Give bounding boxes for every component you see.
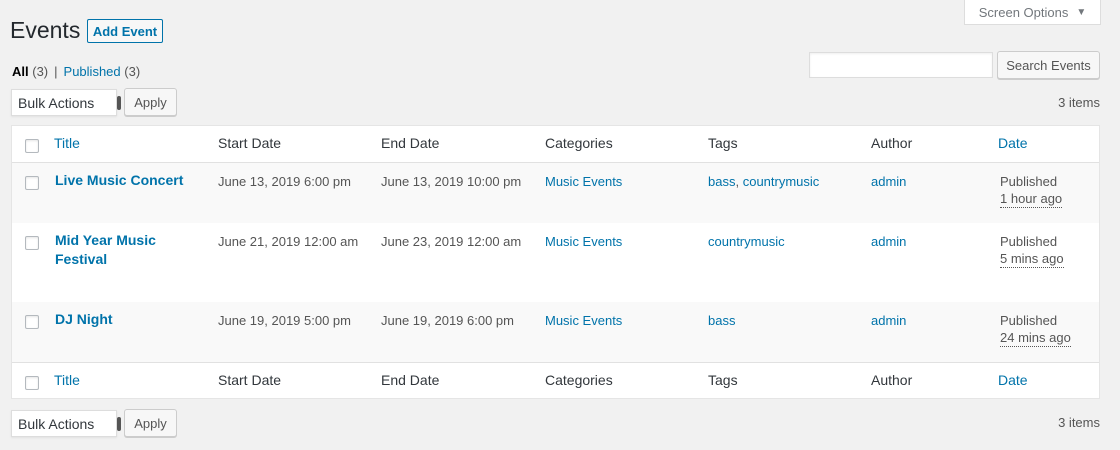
table-row: DJ Night June 19, 2019 5:00 pm June 19, … <box>12 302 1099 362</box>
bulk-actions-label: Bulk Actions <box>18 415 95 432</box>
filter-separator: | <box>54 64 58 79</box>
column-end-date: End Date <box>381 372 440 388</box>
filter-published[interactable]: Published (3) <box>64 64 141 79</box>
end-date: June 23, 2019 12:00 am <box>381 234 522 249</box>
table-row: Live Music Concert June 13, 2019 6:00 pm… <box>12 163 1099 223</box>
event-title-link[interactable]: DJ Night <box>55 310 113 329</box>
search-input[interactable] <box>809 52 993 78</box>
column-author: Author <box>871 135 913 151</box>
tag-separator: , <box>735 174 740 189</box>
category-link[interactable]: Music Events <box>545 232 622 251</box>
table-footer-row: Title Start Date End Date Categories Tag… <box>12 362 1099 399</box>
column-author: Author <box>871 372 913 388</box>
row-checkbox[interactable] <box>25 236 39 250</box>
filter-all-count: (3) <box>32 64 49 79</box>
column-title[interactable]: Title <box>54 371 80 390</box>
category-link[interactable]: Music Events <box>545 311 622 330</box>
bulk-actions-label: Bulk Actions <box>18 94 95 111</box>
column-date[interactable]: Date <box>998 134 1028 153</box>
items-count-bottom: 3 items <box>1058 415 1100 430</box>
start-date: June 13, 2019 6:00 pm <box>218 174 351 189</box>
column-categories: Categories <box>545 372 613 388</box>
column-start-date: Start Date <box>218 372 282 388</box>
column-start-date: Start Date <box>218 135 282 151</box>
select-handle-icon <box>117 417 121 431</box>
tag-link[interactable]: countrymusic <box>743 174 820 189</box>
date-status: Published <box>1000 174 1058 189</box>
select-handle-icon <box>117 96 121 110</box>
caret-down-icon: ▼ <box>1076 6 1087 18</box>
bulk-actions-select-top[interactable]: Bulk Actions <box>11 89 121 116</box>
column-categories: Categories <box>545 135 613 151</box>
start-date: June 21, 2019 12:00 am <box>218 234 359 249</box>
tags-cell: bass, countrymusic <box>708 172 819 191</box>
table-header-row: Title Start Date End Date Categories Tag… <box>12 126 1099 163</box>
page-title: Events <box>10 17 81 43</box>
event-title-link[interactable]: Live Music Concert <box>55 171 183 190</box>
items-count-top: 3 items <box>1058 95 1100 110</box>
tag-link[interactable]: bass <box>708 311 735 330</box>
status-filters: All (3) | Published (3) <box>12 64 140 79</box>
start-date: June 19, 2019 5:00 pm <box>218 313 351 328</box>
date-ago: 24 mins ago <box>1000 330 1071 347</box>
category-link[interactable]: Music Events <box>545 172 622 191</box>
event-title-link[interactable]: Mid Year Music Festival <box>55 231 156 269</box>
screen-options-label: Screen Options <box>978 4 1069 20</box>
row-checkbox[interactable] <box>25 315 39 329</box>
column-end-date: End Date <box>381 135 440 151</box>
filter-published-count: (3) <box>124 64 141 79</box>
tag-link[interactable]: bass <box>708 174 735 189</box>
end-date: June 13, 2019 10:00 pm <box>381 174 522 189</box>
end-date: June 19, 2019 6:00 pm <box>381 313 514 328</box>
add-event-button[interactable]: Add Event <box>87 19 163 43</box>
column-tags: Tags <box>708 135 738 151</box>
apply-button-top[interactable]: Apply <box>124 88 177 116</box>
select-all-checkbox-footer[interactable] <box>25 376 39 390</box>
date-ago: 5 mins ago <box>1000 251 1064 268</box>
filter-all[interactable]: All (3) <box>12 64 48 79</box>
column-tags: Tags <box>708 372 738 388</box>
row-checkbox[interactable] <box>25 176 39 190</box>
date-ago: 1 hour ago <box>1000 191 1063 208</box>
tag-link[interactable]: countrymusic <box>708 232 785 251</box>
select-all-checkbox[interactable] <box>25 139 39 153</box>
screen-options-button[interactable]: Screen Options ▼ <box>964 0 1101 25</box>
author-link[interactable]: admin <box>871 172 906 191</box>
apply-button-bottom[interactable]: Apply <box>124 409 177 437</box>
column-title[interactable]: Title <box>54 134 80 153</box>
column-date[interactable]: Date <box>998 371 1028 390</box>
search-events-button[interactable]: Search Events <box>997 51 1100 79</box>
date-status: Published <box>1000 313 1058 328</box>
events-table: Title Start Date End Date Categories Tag… <box>11 125 1100 399</box>
bulk-actions-select-bottom[interactable]: Bulk Actions <box>11 410 121 437</box>
author-link[interactable]: admin <box>871 232 906 251</box>
table-row: Mid Year Music Festival June 21, 2019 12:… <box>12 223 1099 302</box>
date-status: Published <box>1000 234 1058 249</box>
author-link[interactable]: admin <box>871 311 906 330</box>
